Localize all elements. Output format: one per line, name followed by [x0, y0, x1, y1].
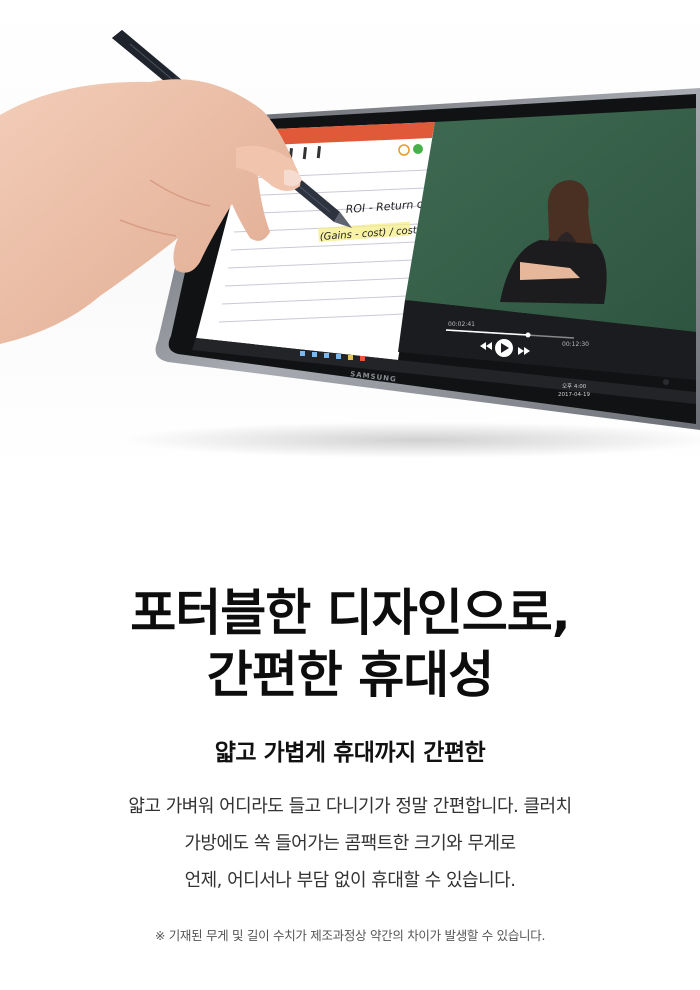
subtitle: 얇고 가볍게 휴대까지 간편한 — [214, 740, 486, 766]
disclaimer-note: ※ 기재된 무게 및 길이 수치가 제조과정상 약간의 차이가 발생할 수 있습… — [154, 928, 546, 943]
body-copy: 얇고 가벼워 어디라도 들고 다니기가 정말 간편합니다. 클러치 가방에도 쏙… — [0, 788, 700, 899]
headline-line2: 간편한 휴대성 — [206, 646, 494, 704]
tablet-shadow — [120, 422, 700, 458]
body-line2: 가방에도 쏙 들어가는 콤팩트한 크기와 무게로 — [184, 833, 516, 854]
video-time-start: 00:02:41 — [448, 321, 475, 328]
video-time-end: 00:12:30 — [562, 341, 589, 348]
body-line1: 얇고 가벼워 어디라도 들고 다니기가 정말 간편합니다. 클러치 — [128, 796, 572, 817]
tablet-with-pen-illustration: ROI - Return on Investment (Gains - cost… — [0, 30, 700, 458]
headline: 포터블한 디자인으로, 간편한 휴대성 — [0, 582, 700, 706]
headline-line1: 포터블한 디자인으로, — [130, 584, 570, 642]
taskbar-clock: 오후 4:00 — [562, 383, 587, 390]
video-progress-handle[interactable] — [525, 332, 531, 338]
body-line3: 언제, 어디서나 부담 없이 휴대할 수 있습니다. — [184, 870, 516, 891]
taskbar-date: 2017-04-19 — [558, 392, 590, 398]
headphone-jack-icon — [663, 379, 669, 385]
hero-product-image: ROI - Return on Investment (Gains - cost… — [0, 0, 700, 470]
